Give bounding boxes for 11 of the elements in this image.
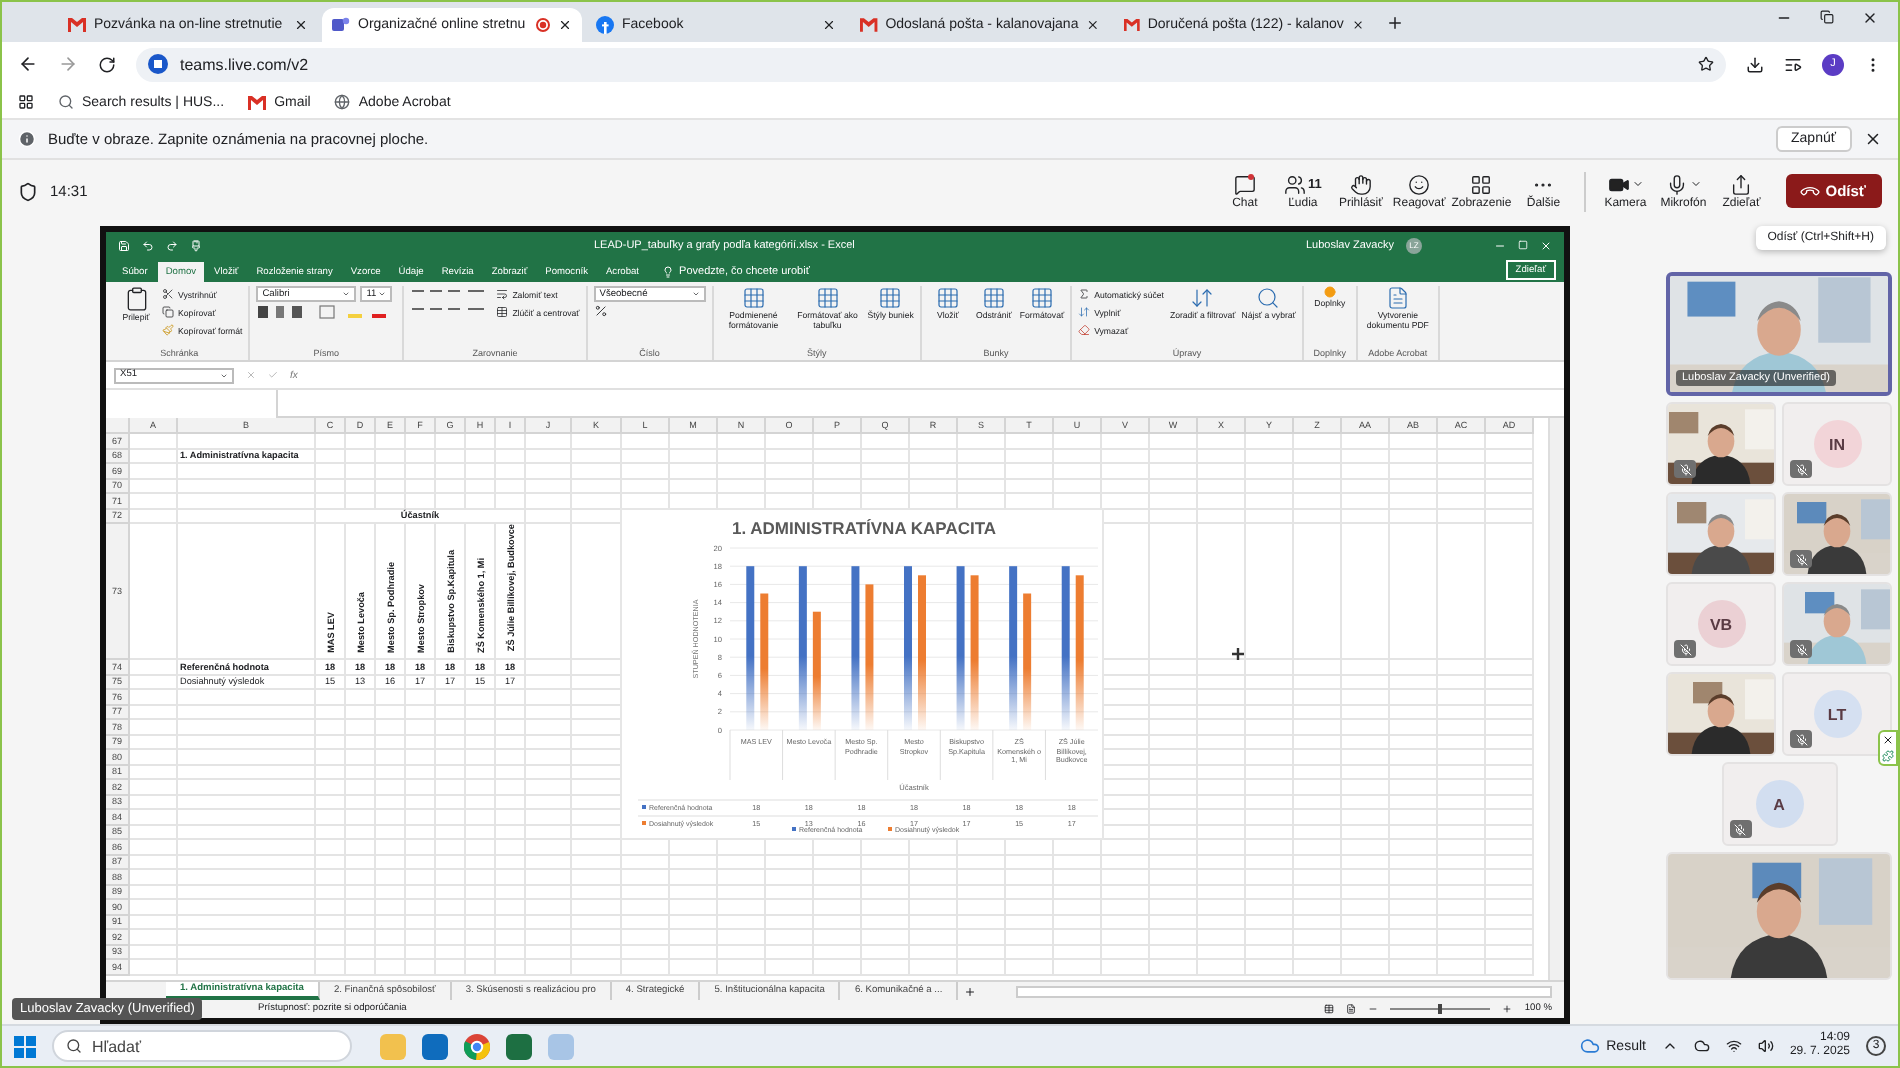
search-field[interactable]: Hľadať xyxy=(52,1030,352,1062)
participant-tile[interactable]: LT xyxy=(1782,672,1892,756)
avatar: IN xyxy=(1813,420,1861,468)
address-field[interactable]: teams.live.com/v2 xyxy=(136,47,1726,81)
avatar: A xyxy=(1755,780,1803,828)
participant-tile[interactable]: A xyxy=(1721,762,1837,846)
chart-title: 1. ADMINISTRATÍVNA KAPACITA xyxy=(731,518,997,538)
participant-tile[interactable]: VB xyxy=(1666,582,1776,666)
participant-tile[interactable]: IN xyxy=(1782,402,1892,486)
avatar: VB xyxy=(1697,600,1745,648)
avatar: LT xyxy=(1813,690,1861,738)
